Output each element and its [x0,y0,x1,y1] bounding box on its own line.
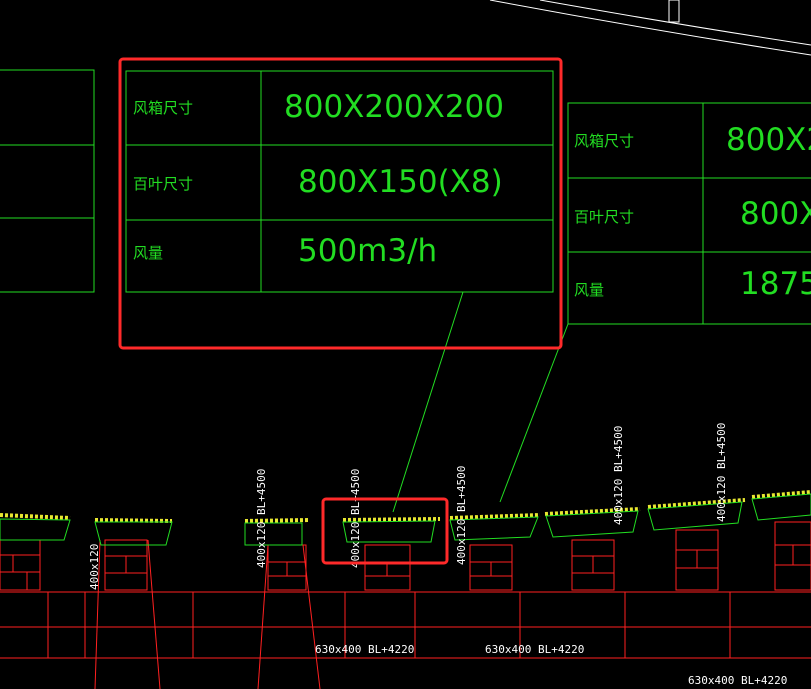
vlabel-e: 400x120 BL+4500 [612,426,625,525]
highlight-boxes [118,57,563,565]
left-partial-table [0,69,95,293]
duct-size-labels: 630x400 BL+4220 630x400 BL+4220 630x400 … [315,643,787,687]
terminal-hatch-strip [0,490,811,523]
main-row2-value: 800X150(X8) [298,164,503,200]
right-row2-value: 800X15 [740,196,811,232]
vlabel-a: 400x120 [88,544,101,590]
duct-label-1: 630x400 BL+4220 [315,643,414,656]
vlabel-f: 400x120 BL+4500 [715,423,728,522]
terminal-highlight-box [321,497,449,565]
right-row1-value: 800X200 [726,122,811,158]
cad-drawing-canvas[interactable]: 风箱尺寸 800X200X200 百叶尺寸 800X150(X8) 风量 500… [0,0,811,689]
vlabel-d: 400x120 BL+4500 [455,466,468,565]
right-row2-label: 百叶尺寸 [574,208,634,226]
vlabel-c: 400x120 BL+4500 [349,469,362,568]
right-spec-table: 风箱尺寸 800X200 百叶尺寸 800X15 风量 1875m [567,102,811,325]
main-row1-value: 800X200X200 [284,89,504,125]
red-duct-network [0,521,811,689]
leader-lines [392,291,569,513]
main-row3-label: 风量 [133,244,163,262]
top-arc [489,0,811,56]
main-spec-table: 风箱尺寸 800X200X200 百叶尺寸 800X150(X8) 风量 500… [125,70,554,293]
main-row2-label: 百叶尺寸 [133,175,193,193]
vlabel-b: 400x120 BL+4500 [255,469,268,568]
right-row3-label: 风量 [574,281,604,299]
duct-label-3: 630x400 BL+4220 [688,674,787,687]
duct-label-2: 630x400 BL+4220 [485,643,584,656]
right-row1-label: 风箱尺寸 [574,132,634,150]
right-row3-value: 1875m [740,266,811,302]
main-row3-value: 500m3/h [298,233,437,269]
main-row1-label: 风箱尺寸 [133,99,193,117]
vertical-duct-labels: 400x120 400x120 BL+4500 400x120 BL+4500 … [88,423,728,590]
